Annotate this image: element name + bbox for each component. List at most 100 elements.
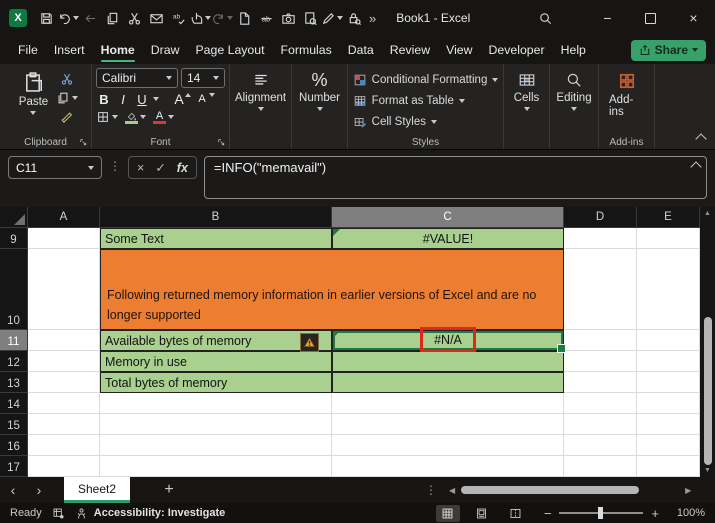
more-commands-icon[interactable]: » <box>365 11 380 26</box>
cell-d15[interactable] <box>564 414 637 435</box>
prev-sheet-icon[interactable]: ‹ <box>0 482 26 498</box>
paste-dropdown-icon[interactable] <box>30 111 37 115</box>
insert-function-icon[interactable]: fx <box>177 161 188 175</box>
cell-e13[interactable] <box>637 372 700 393</box>
cell-b11[interactable]: Available bytes of memory <box>100 330 332 352</box>
editing-dropdown-icon[interactable] <box>571 107 577 111</box>
number-button[interactable]: % Number <box>293 68 346 134</box>
cell-b10-merged[interactable]: Following returned memory information in… <box>100 249 564 330</box>
macro-record-icon[interactable] <box>52 507 65 520</box>
cell-b15[interactable] <box>100 414 332 435</box>
maximize-button[interactable] <box>629 0 672 36</box>
paste-button[interactable]: Paste <box>13 68 54 134</box>
scroll-down-icon[interactable]: ▼ <box>700 464 715 477</box>
cell-d11[interactable] <box>564 330 637 351</box>
underline-dropdown-icon[interactable] <box>153 97 159 101</box>
new-file-icon[interactable] <box>233 6 255 30</box>
row-header-12[interactable]: 12 <box>0 351 28 372</box>
row-header-17[interactable]: 17 <box>0 456 28 477</box>
copy-dropdown-icon[interactable] <box>72 96 79 100</box>
search-icon[interactable] <box>530 11 560 26</box>
cell-a12[interactable] <box>28 351 100 372</box>
fill-color-dropdown-icon[interactable] <box>140 115 146 119</box>
cell-c13[interactable] <box>332 372 564 393</box>
cell-a14[interactable] <box>28 393 100 414</box>
cell-c15[interactable] <box>332 414 564 435</box>
page-break-preview-icon[interactable] <box>504 505 528 522</box>
vertical-scrollbar[interactable]: ▲ ▼ <box>700 207 715 477</box>
column-header-e[interactable]: E <box>637 207 700 228</box>
alignment-dropdown-icon[interactable] <box>257 107 264 111</box>
bold-button[interactable]: B <box>96 92 112 107</box>
tab-draw[interactable]: Draw <box>143 36 188 64</box>
cell-e15[interactable] <box>637 414 700 435</box>
cell-b12[interactable]: Memory in use <box>100 351 332 372</box>
lock-inspect-icon[interactable] <box>343 6 365 30</box>
cell-a13[interactable] <box>28 372 100 393</box>
cell-e16[interactable] <box>637 435 700 456</box>
print-preview-icon[interactable] <box>299 6 321 30</box>
select-all-corner[interactable] <box>0 207 28 228</box>
tab-home[interactable]: Home <box>93 36 143 64</box>
copy-button[interactable] <box>56 89 79 107</box>
font-dialog-launcher-icon[interactable] <box>217 138 226 147</box>
zoom-level[interactable]: 100% <box>673 507 705 519</box>
cells-button[interactable]: Cells <box>508 68 546 134</box>
conditional-formatting-button[interactable]: Conditional Formatting <box>353 70 499 90</box>
underline-button[interactable]: U <box>134 92 150 107</box>
cut-button[interactable] <box>56 70 78 88</box>
draw-icon[interactable] <box>321 6 343 30</box>
spelling-icon[interactable] <box>167 6 189 30</box>
cell-c14[interactable] <box>332 393 564 414</box>
next-sheet-icon[interactable]: › <box>26 482 52 498</box>
font-size-select[interactable]: 14 <box>181 68 225 88</box>
cell-a15[interactable] <box>28 414 100 435</box>
minimize-button[interactable]: − <box>586 0 629 36</box>
sheet-tab-sheet2[interactable]: Sheet2 <box>64 477 131 503</box>
scroll-left-icon[interactable]: ◀ <box>449 486 455 495</box>
name-box[interactable]: C11 <box>8 156 102 179</box>
tab-insert[interactable]: Insert <box>46 36 93 64</box>
cell-d17[interactable] <box>564 456 637 477</box>
close-button[interactable]: × <box>672 0 715 36</box>
cell-e17[interactable] <box>637 456 700 477</box>
row-header-14[interactable]: 14 <box>0 393 28 414</box>
add-sheet-icon[interactable]: + <box>158 481 180 499</box>
cell-b13[interactable]: Total bytes of memory <box>100 372 332 393</box>
enter-icon[interactable]: ✓ <box>155 160 165 175</box>
format-painter-button[interactable] <box>56 108 78 126</box>
camera-icon[interactable] <box>277 6 299 30</box>
tab-developer[interactable]: Developer <box>481 36 553 64</box>
cell-d16[interactable] <box>564 435 637 456</box>
cell-a11[interactable] <box>28 330 100 351</box>
row-header-9[interactable]: 9 <box>0 228 28 249</box>
tab-data[interactable]: Data <box>340 36 382 64</box>
back-icon[interactable] <box>79 6 101 30</box>
tab-view[interactable]: View <box>438 36 480 64</box>
addins-button[interactable]: Add-ins <box>603 68 650 134</box>
vertical-scrollbar-thumb[interactable] <box>703 317 712 465</box>
strikethrough-icon[interactable] <box>255 6 277 30</box>
zoom-in-icon[interactable]: + <box>651 506 659 521</box>
collapse-ribbon-icon[interactable] <box>695 133 707 145</box>
cell-c17[interactable] <box>332 456 564 477</box>
tab-file[interactable]: File <box>10 36 46 64</box>
number-dropdown-icon[interactable] <box>316 107 323 111</box>
row-header-13[interactable]: 13 <box>0 372 28 393</box>
touch-mode-icon[interactable] <box>189 6 211 30</box>
redo-dropdown-icon[interactable] <box>227 16 233 20</box>
cell-a16[interactable] <box>28 435 100 456</box>
cell-d12[interactable] <box>564 351 637 372</box>
format-as-table-button[interactable]: Format as Table <box>353 91 465 111</box>
column-header-b[interactable]: B <box>100 207 332 228</box>
cell-c12[interactable] <box>332 351 564 372</box>
cells-dropdown-icon[interactable] <box>523 107 530 111</box>
borders-dropdown-icon[interactable] <box>112 115 118 119</box>
zoom-slider-thumb[interactable] <box>598 507 604 519</box>
cell-c11-selected[interactable]: #N/A <box>332 327 566 353</box>
horizontal-scrollbar[interactable]: ⋮ ◀ ▶ <box>425 477 691 503</box>
decrease-font-size-button[interactable]: A <box>194 93 210 105</box>
redo-icon[interactable] <box>211 6 233 30</box>
cell-c16[interactable] <box>332 435 564 456</box>
cell-b9[interactable]: Some Text <box>100 228 332 249</box>
